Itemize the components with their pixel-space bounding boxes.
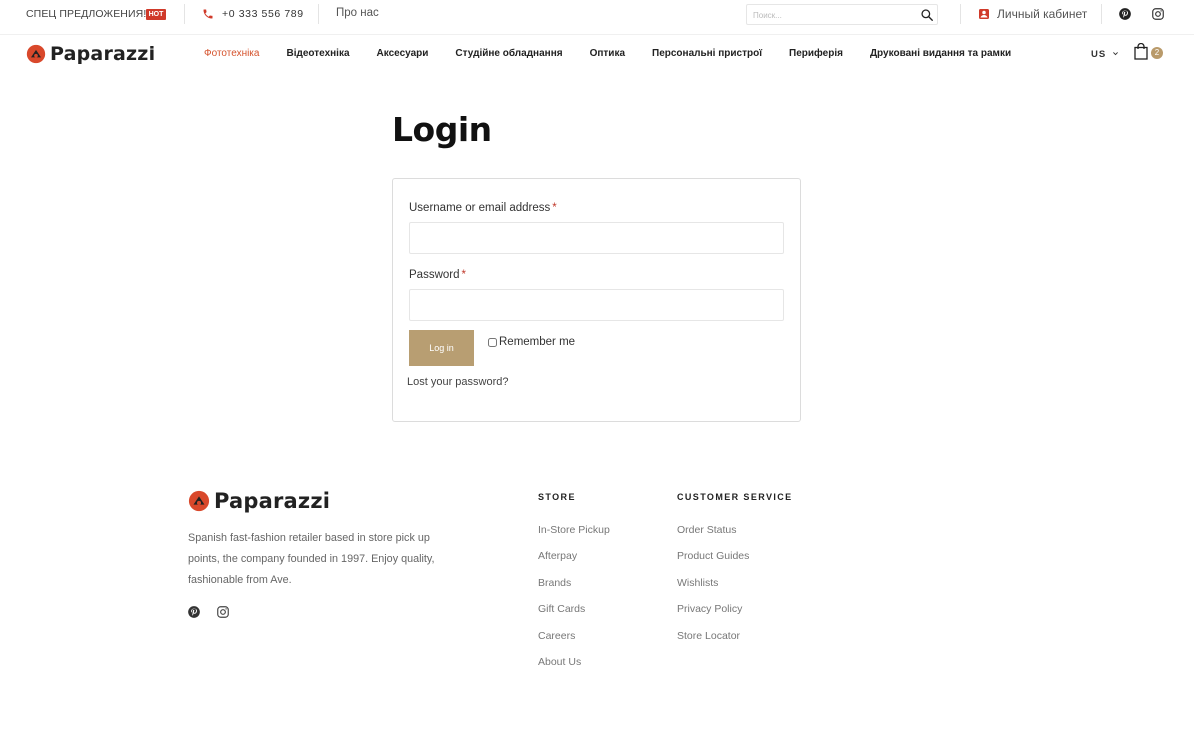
nav-item-accessories[interactable]: Аксесуари [377,48,429,59]
divider [318,4,319,24]
main-nav: Paparazzi Фототехніка Відеотехніка Аксес… [0,34,1194,74]
username-label: Username or email address * [409,202,557,214]
required-mark: * [552,202,557,214]
store-links: In-Store Pickup Afterpay Brands Gift Car… [538,524,610,682]
nav-item-peripherals[interactable]: Периферія [789,48,843,59]
nav-item-photo[interactable]: Фототехніка [204,48,259,59]
logo-mark-icon [26,44,46,64]
footer-link[interactable]: Order Status [677,524,749,550]
nav-item-optics[interactable]: Оптика [590,48,625,59]
lost-password-link[interactable]: Lost your password? [407,376,509,388]
currency-label: US [1091,49,1107,60]
password-label: Password * [409,269,466,281]
footer-logo-text: Paparazzi [214,489,331,513]
promo-link[interactable]: СПЕЦ ПРЕДЛОЖЕНИЯ! [26,8,146,20]
username-label-text: Username or email address [409,202,551,214]
login-button[interactable]: Log in [409,330,474,366]
username-field[interactable] [409,222,784,254]
logo-mark-icon [188,490,210,512]
store-heading: STORE [538,492,576,502]
customer-service-links: Order Status Product Guides Wishlists Pr… [677,524,749,656]
currency-selector[interactable]: US [1091,49,1119,60]
search-input[interactable] [753,8,913,22]
footer-link[interactable]: Gift Cards [538,603,610,629]
phone-icon [203,9,213,19]
footer-description: Spanish fast-fashion retailer based in s… [188,532,435,586]
password-label-text: Password [409,269,460,281]
divider [1101,4,1102,24]
page-title: Login [392,110,492,149]
divider [960,4,961,24]
required-mark: * [461,269,466,281]
account-icon [979,9,989,19]
phone-number[interactable]: +0 333 556 789 [222,8,304,20]
footer-link[interactable]: Afterpay [538,550,610,576]
nav-item-print[interactable]: Друковані видання та рамки [870,48,1011,59]
nav-menu: Фототехніка Відеотехніка Аксесуари Студі… [204,48,1038,59]
account-link[interactable]: Личный кабинет [997,7,1087,21]
search-box [746,4,938,25]
site-logo[interactable]: Paparazzi [26,43,155,65]
cart-icon[interactable] [1134,43,1148,60]
nav-item-video[interactable]: Відеотехніка [286,48,349,59]
remember-checkbox[interactable] [488,337,497,347]
about-link[interactable]: Про нас [336,7,379,19]
pinterest-icon[interactable] [187,605,201,619]
footer-link[interactable]: Product Guides [677,550,749,576]
nav-item-personal-devices[interactable]: Персональні пристрої [652,48,762,59]
search-icon[interactable] [920,8,934,22]
footer-link[interactable]: Store Locator [677,630,749,656]
footer-link[interactable]: Careers [538,630,610,656]
customer-service-heading: CUSTOMER SERVICE [677,492,793,502]
instagram-icon[interactable] [1151,7,1165,21]
chevron-down-icon [1112,52,1118,56]
nav-item-studio[interactable]: Студійне обладнання [455,48,562,59]
login-form: Username or email address * Password * Log… [392,178,801,422]
pinterest-icon[interactable] [1118,7,1132,21]
footer-link[interactable]: In-Store Pickup [538,524,610,550]
divider [184,4,185,24]
footer-logo[interactable]: Paparazzi [188,489,330,513]
footer-link[interactable]: About Us [538,656,610,682]
hot-badge: HOT [146,9,166,20]
cart-count-badge: 2 [1151,47,1163,59]
remember-label: Remember me [499,336,576,348]
footer-link[interactable]: Privacy Policy [677,603,749,629]
top-bar: СПЕЦ ПРЕДЛОЖЕНИЯ! HOT +0 333 556 789 Про… [0,0,1194,30]
instagram-icon[interactable] [216,605,230,619]
footer-link[interactable]: Wishlists [677,577,749,603]
footer-link[interactable]: Brands [538,577,610,603]
password-field[interactable] [409,289,784,321]
remember-me[interactable]: Remember me [488,336,575,348]
logo-text: Paparazzi [50,43,156,65]
